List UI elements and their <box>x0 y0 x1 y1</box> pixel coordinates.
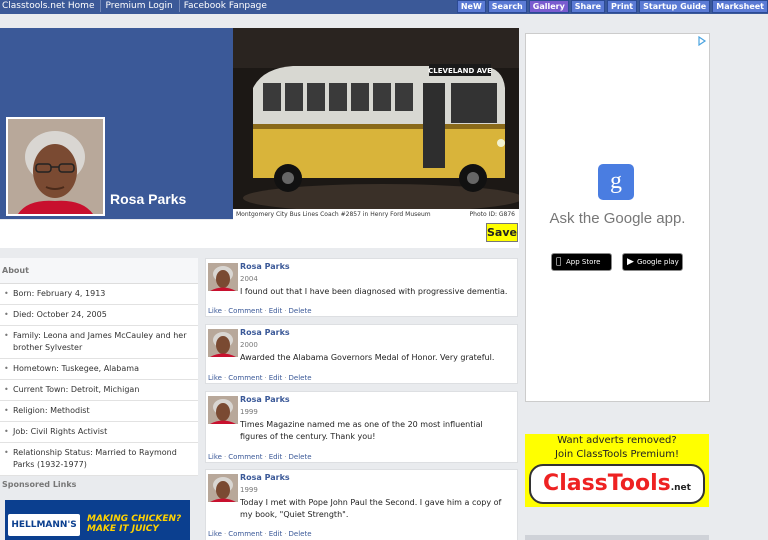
post-year: 1999 <box>240 486 258 494</box>
sponsored-heading: Sponsored Links <box>2 480 77 489</box>
cover-footer <box>0 220 519 248</box>
edit-link[interactable]: Edit <box>269 530 283 538</box>
post-avatar[interactable] <box>208 329 238 357</box>
sponsored-slogan: MAKING CHICKEN? MAKE IT JUICY <box>87 514 181 534</box>
post-actions: Like · Comment · Edit · Delete <box>208 374 312 382</box>
post-text: Today I met with Pope John Paul the Seco… <box>206 497 511 521</box>
about-born: Born: February 4, 1913 <box>0 284 198 305</box>
post-author[interactable]: Rosa Parks <box>240 473 290 482</box>
nav-premium-login[interactable]: Premium Login <box>100 0 178 12</box>
adchoices-icon[interactable] <box>697 36 707 46</box>
save-button[interactable]: Save <box>486 223 518 242</box>
post-text: Awarded the Alabama Governors Medal of H… <box>240 353 495 362</box>
edit-link[interactable]: Edit <box>269 374 283 382</box>
post-text: I found out that I have been diagnosed w… <box>240 287 508 296</box>
about-heading: About <box>0 258 198 284</box>
bus-destination-sign: CLEVELAND AVE <box>428 67 492 75</box>
toolbar: NeW Search Gallery Share Print Startup G… <box>456 0 768 13</box>
comment-link[interactable]: Comment <box>228 307 262 315</box>
comment-link[interactable]: Comment <box>228 530 262 538</box>
edit-link[interactable]: Edit <box>269 453 283 461</box>
post-avatar[interactable] <box>208 263 238 291</box>
comment-link[interactable]: Comment <box>228 374 262 382</box>
top-navigation-bar: Classtools.net Home Premium Login Facebo… <box>0 0 768 14</box>
sponsored-slogan-line-2: MAKE IT JUICY <box>87 524 159 534</box>
profile-avatar[interactable] <box>6 117 105 216</box>
delete-link[interactable]: Delete <box>289 453 312 461</box>
delete-link[interactable]: Delete <box>289 530 312 538</box>
edit-link[interactable]: Edit <box>269 307 283 315</box>
site-nav: Classtools.net Home Premium Login Facebo… <box>2 0 273 12</box>
premium-ad-line-1: Want adverts removed? <box>557 435 677 446</box>
play-icon: ▶ <box>627 257 634 267</box>
post-author[interactable]: Rosa Parks <box>240 395 290 404</box>
about-panel: About Born: February 4, 1913 Died: Octob… <box>0 258 198 476</box>
sponsored-slogan-line-1: MAKING CHICKEN? <box>87 514 182 524</box>
search-button[interactable]: Search <box>487 0 527 13</box>
post-actions: Like · Comment · Edit · Delete <box>208 453 312 461</box>
cover-photo[interactable]: CLEVELAND AVE <box>233 28 519 209</box>
right-column-next-item <box>525 535 709 540</box>
post-actions: Like · Comment · Edit · Delete <box>208 307 312 315</box>
like-link[interactable]: Like <box>208 453 222 461</box>
delete-link[interactable]: Delete <box>289 307 312 315</box>
classtools-logo-suffix: .net <box>670 483 691 493</box>
post-author[interactable]: Rosa Parks <box>240 262 290 271</box>
about-job: Job: Civil Rights Activist <box>0 422 198 443</box>
post-text-content: Times Magazine named me as one of the 20… <box>240 420 483 441</box>
timeline-post: Rosa Parks 1999 Times Magazine named me … <box>205 391 518 463</box>
google-play-label: Google play <box>637 258 679 266</box>
apple-icon:  <box>556 257 561 267</box>
cover-caption-text: Montgomery City Bus Lines Coach #2857 in… <box>236 211 431 218</box>
header-spacer <box>0 14 768 26</box>
cover-photo-id: Photo ID: G876 <box>469 211 515 218</box>
about-family: Family: Leona and James McCauley and her… <box>0 326 198 359</box>
google-play-badge[interactable]: ▶ Google play <box>622 253 683 271</box>
post-year: 1999 <box>240 408 258 416</box>
like-link[interactable]: Like <box>208 307 222 315</box>
startup-guide-button[interactable]: Startup Guide <box>639 0 711 13</box>
comment-link[interactable]: Comment <box>228 453 262 461</box>
classtools-premium-ad[interactable]: Want adverts removed? Join ClassTools Pr… <box>525 434 709 507</box>
post-year: 2004 <box>240 275 258 283</box>
post-actions: Like · Comment · Edit · Delete <box>208 530 312 538</box>
sponsored-brand: HELLMANN'S <box>8 514 80 536</box>
premium-ad-line-2: Join ClassTools Premium! <box>555 449 679 460</box>
like-link[interactable]: Like <box>208 530 222 538</box>
app-store-label: App Store <box>566 258 601 266</box>
print-button[interactable]: Print <box>607 0 638 13</box>
post-text-content: Today I met with Pope John Paul the Seco… <box>240 498 502 519</box>
like-link[interactable]: Like <box>208 374 222 382</box>
sponsored-ad[interactable]: HELLMANN'S MAKING CHICKEN? MAKE IT JUICY <box>5 500 190 540</box>
classtools-logo: ClassTools.net <box>529 464 705 504</box>
app-store-badge[interactable]:  App Store <box>551 253 612 271</box>
gallery-button[interactable]: Gallery <box>528 0 569 13</box>
delete-link[interactable]: Delete <box>289 374 312 382</box>
nav-facebook-fanpage[interactable]: Facebook Fanpage <box>178 0 273 12</box>
post-text: Times Magazine named me as one of the 20… <box>206 419 511 443</box>
about-relationship: Relationship Status: Married to Raymond … <box>0 443 198 476</box>
classtools-logo-text: ClassTools <box>543 471 671 496</box>
profile-name: Rosa Parks <box>110 191 187 207</box>
timeline-post: Rosa Parks 2000 Awarded the Alabama Gove… <box>205 324 518 384</box>
google-app-icon: g <box>598 164 634 200</box>
post-year: 2000 <box>240 341 258 349</box>
post-author[interactable]: Rosa Parks <box>240 328 290 337</box>
cover-caption: Montgomery City Bus Lines Coach #2857 in… <box>233 209 519 220</box>
google-ad-headline: Ask the Google app. <box>549 210 686 227</box>
about-died: Died: October 24, 2005 <box>0 305 198 326</box>
timeline-post: Rosa Parks 1999 Today I met with Pope Jo… <box>205 469 518 540</box>
share-button[interactable]: Share <box>570 0 606 13</box>
about-hometown: Hometown: Tuskegee, Alabama <box>0 359 198 380</box>
nav-classtools-home[interactable]: Classtools.net Home <box>2 0 100 12</box>
timeline-post: Rosa Parks 2004 I found out that I have … <box>205 258 518 317</box>
new-button[interactable]: NeW <box>456 0 486 13</box>
google-app-ad[interactable]: g Ask the Google app.  App Store ▶Google… <box>525 33 710 402</box>
about-current-town: Current Town: Detroit, Michigan <box>0 380 198 401</box>
marksheet-button[interactable]: Marksheet <box>712 0 768 13</box>
about-religion: Religion: Methodist <box>0 401 198 422</box>
